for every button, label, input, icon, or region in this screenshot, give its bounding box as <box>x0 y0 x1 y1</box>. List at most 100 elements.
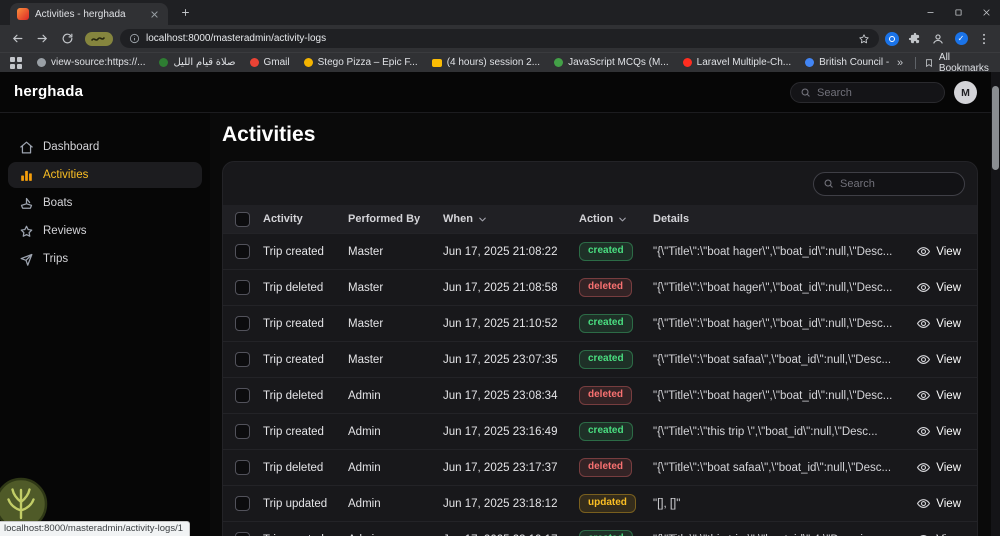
row-checkbox[interactable] <box>235 280 250 295</box>
row-checkbox[interactable] <box>235 424 250 439</box>
extension-blue-icon[interactable] <box>882 29 902 49</box>
column-header-performed-by[interactable]: Performed By <box>348 213 443 225</box>
table-body: Trip created Master Jun 17, 2025 21:08:22 c… <box>223 233 977 536</box>
reload-icon[interactable] <box>56 28 78 50</box>
cell-details: "{\"Title\":\"boat safaa\",\"boat_id\":n… <box>653 353 892 366</box>
global-search[interactable] <box>790 82 945 103</box>
tab-strip: Activities - herghada <box>0 0 1000 25</box>
table-row: Trip created Master Jun 17, 2025 21:10:52 c… <box>223 305 977 341</box>
close-button[interactable] <box>972 0 1000 25</box>
row-checkbox[interactable] <box>235 532 250 536</box>
table-row: Trip created Admin Jun 17, 2025 23:16:49 cr… <box>223 413 977 449</box>
cell-when: Jun 17, 2025 23:08:34 <box>443 389 558 402</box>
cell-performed-by: Master <box>348 245 384 258</box>
profile-icon[interactable] <box>928 29 948 49</box>
chevron-down-icon <box>617 214 628 225</box>
bookmark-favicon <box>805 58 815 67</box>
eye-icon <box>916 244 931 259</box>
row-checkbox[interactable] <box>235 496 250 511</box>
bookmark-item[interactable]: Stego Pizza – Epic F... <box>297 55 425 71</box>
menu-kebab-icon[interactable] <box>974 29 994 49</box>
minimize-button[interactable] <box>916 0 944 25</box>
all-bookmarks-button[interactable]: All Bookmarks <box>924 52 992 74</box>
bookmark-item[interactable]: Gmail <box>243 55 297 71</box>
view-button[interactable]: View <box>905 316 977 331</box>
site-info-icon[interactable] <box>129 33 140 44</box>
view-button[interactable]: View <box>905 460 977 475</box>
brand-logo[interactable]: herghada <box>14 83 83 100</box>
cell-details: "{\"Title\":\"boat safaa\",\"boat_id\":n… <box>653 461 892 474</box>
view-button[interactable]: View <box>905 388 977 403</box>
sidebar-item-label: Activities <box>43 169 89 181</box>
action-badge: created <box>579 422 633 441</box>
sidebar: Dashboard Activities Boats Reviews Trips <box>0 113 210 536</box>
table-search-input[interactable] <box>840 177 955 190</box>
view-label: View <box>936 245 961 258</box>
view-button[interactable]: View <box>905 424 977 439</box>
scrollbar-thumb[interactable] <box>992 86 999 170</box>
apps-grid-icon[interactable] <box>8 55 24 71</box>
view-button[interactable]: View <box>905 280 977 295</box>
url-text[interactable]: localhost:8000/masteradmin/activity-logs <box>146 33 852 44</box>
bookmarks-divider <box>915 56 916 69</box>
view-button[interactable]: View <box>905 532 977 536</box>
user-avatar[interactable]: M <box>954 81 977 104</box>
page-scrollbar[interactable] <box>991 72 1000 536</box>
eye-icon <box>916 388 931 403</box>
bookmark-item[interactable]: British Council - كورس... <box>798 55 891 71</box>
extensions-puzzle-icon[interactable] <box>905 29 925 49</box>
table-row: Trip deleted Admin Jun 17, 2025 23:08:34 de… <box>223 377 977 413</box>
back-icon[interactable] <box>6 28 28 50</box>
view-button[interactable]: View <box>905 496 977 511</box>
cell-performed-by: Admin <box>348 425 381 438</box>
eye-icon <box>916 280 931 295</box>
column-header-action[interactable]: Action <box>579 213 653 225</box>
cell-when: Jun 17, 2025 21:08:22 <box>443 245 558 258</box>
row-checkbox[interactable] <box>235 460 250 475</box>
row-checkbox[interactable] <box>235 388 250 403</box>
column-header-when[interactable]: When <box>443 213 579 225</box>
all-bookmarks-icon <box>924 58 934 68</box>
eye-icon <box>916 532 931 536</box>
bookmark-star-icon[interactable] <box>858 33 870 45</box>
view-button[interactable]: View <box>905 244 977 259</box>
new-tab-button[interactable] <box>174 2 196 24</box>
global-search-input[interactable] <box>817 86 935 99</box>
tab-title: Activities - herghada <box>35 8 126 20</box>
sync-check-icon[interactable]: ✓ <box>951 29 971 49</box>
table-search[interactable] <box>813 171 965 196</box>
row-checkbox[interactable] <box>235 352 250 367</box>
search-icon <box>800 87 811 98</box>
maximize-button[interactable] <box>944 0 972 25</box>
sidebar-item-activities[interactable]: Activities <box>8 162 202 188</box>
address-bar[interactable]: localhost:8000/masteradmin/activity-logs <box>120 29 879 48</box>
sidebar-item-label: Boats <box>43 197 73 209</box>
row-checkbox[interactable] <box>235 244 250 259</box>
sidebar-item-trips[interactable]: Trips <box>8 246 202 272</box>
bookmarks-overflow-icon[interactable]: » <box>893 57 907 69</box>
bookmark-item[interactable]: Laravel Multiple-Ch... <box>676 55 798 71</box>
view-label: View <box>936 317 961 330</box>
tab-close-icon[interactable] <box>147 7 161 21</box>
search-icon <box>823 178 834 189</box>
select-all-checkbox[interactable] <box>235 211 250 227</box>
view-label: View <box>936 353 961 366</box>
bookmark-item[interactable]: صلاة قيام الليل <box>152 55 242 71</box>
bookmark-item[interactable]: JavaScript MCQs (M... <box>547 55 676 71</box>
forward-icon[interactable] <box>31 28 53 50</box>
row-checkbox[interactable] <box>235 316 250 331</box>
cell-when: Jun 17, 2025 21:08:58 <box>443 281 558 294</box>
bookmark-item[interactable]: view-source:https://... <box>30 55 152 71</box>
view-button[interactable]: View <box>905 352 977 367</box>
sidebar-item-dashboard[interactable]: Dashboard <box>8 134 202 160</box>
bookmark-item[interactable]: (4 hours) session 2... <box>425 55 547 71</box>
column-header-activity[interactable]: Activity <box>263 213 348 225</box>
cell-activity: Trip created <box>263 353 324 366</box>
view-label: View <box>936 425 961 438</box>
browser-tab[interactable]: Activities - herghada <box>10 3 168 25</box>
sidebar-item-boats[interactable]: Boats <box>8 190 202 216</box>
extension-badge-icon[interactable] <box>85 31 113 46</box>
cell-activity: Trip deleted <box>263 461 324 474</box>
sidebar-item-reviews[interactable]: Reviews <box>8 218 202 244</box>
action-badge: created <box>579 314 633 333</box>
